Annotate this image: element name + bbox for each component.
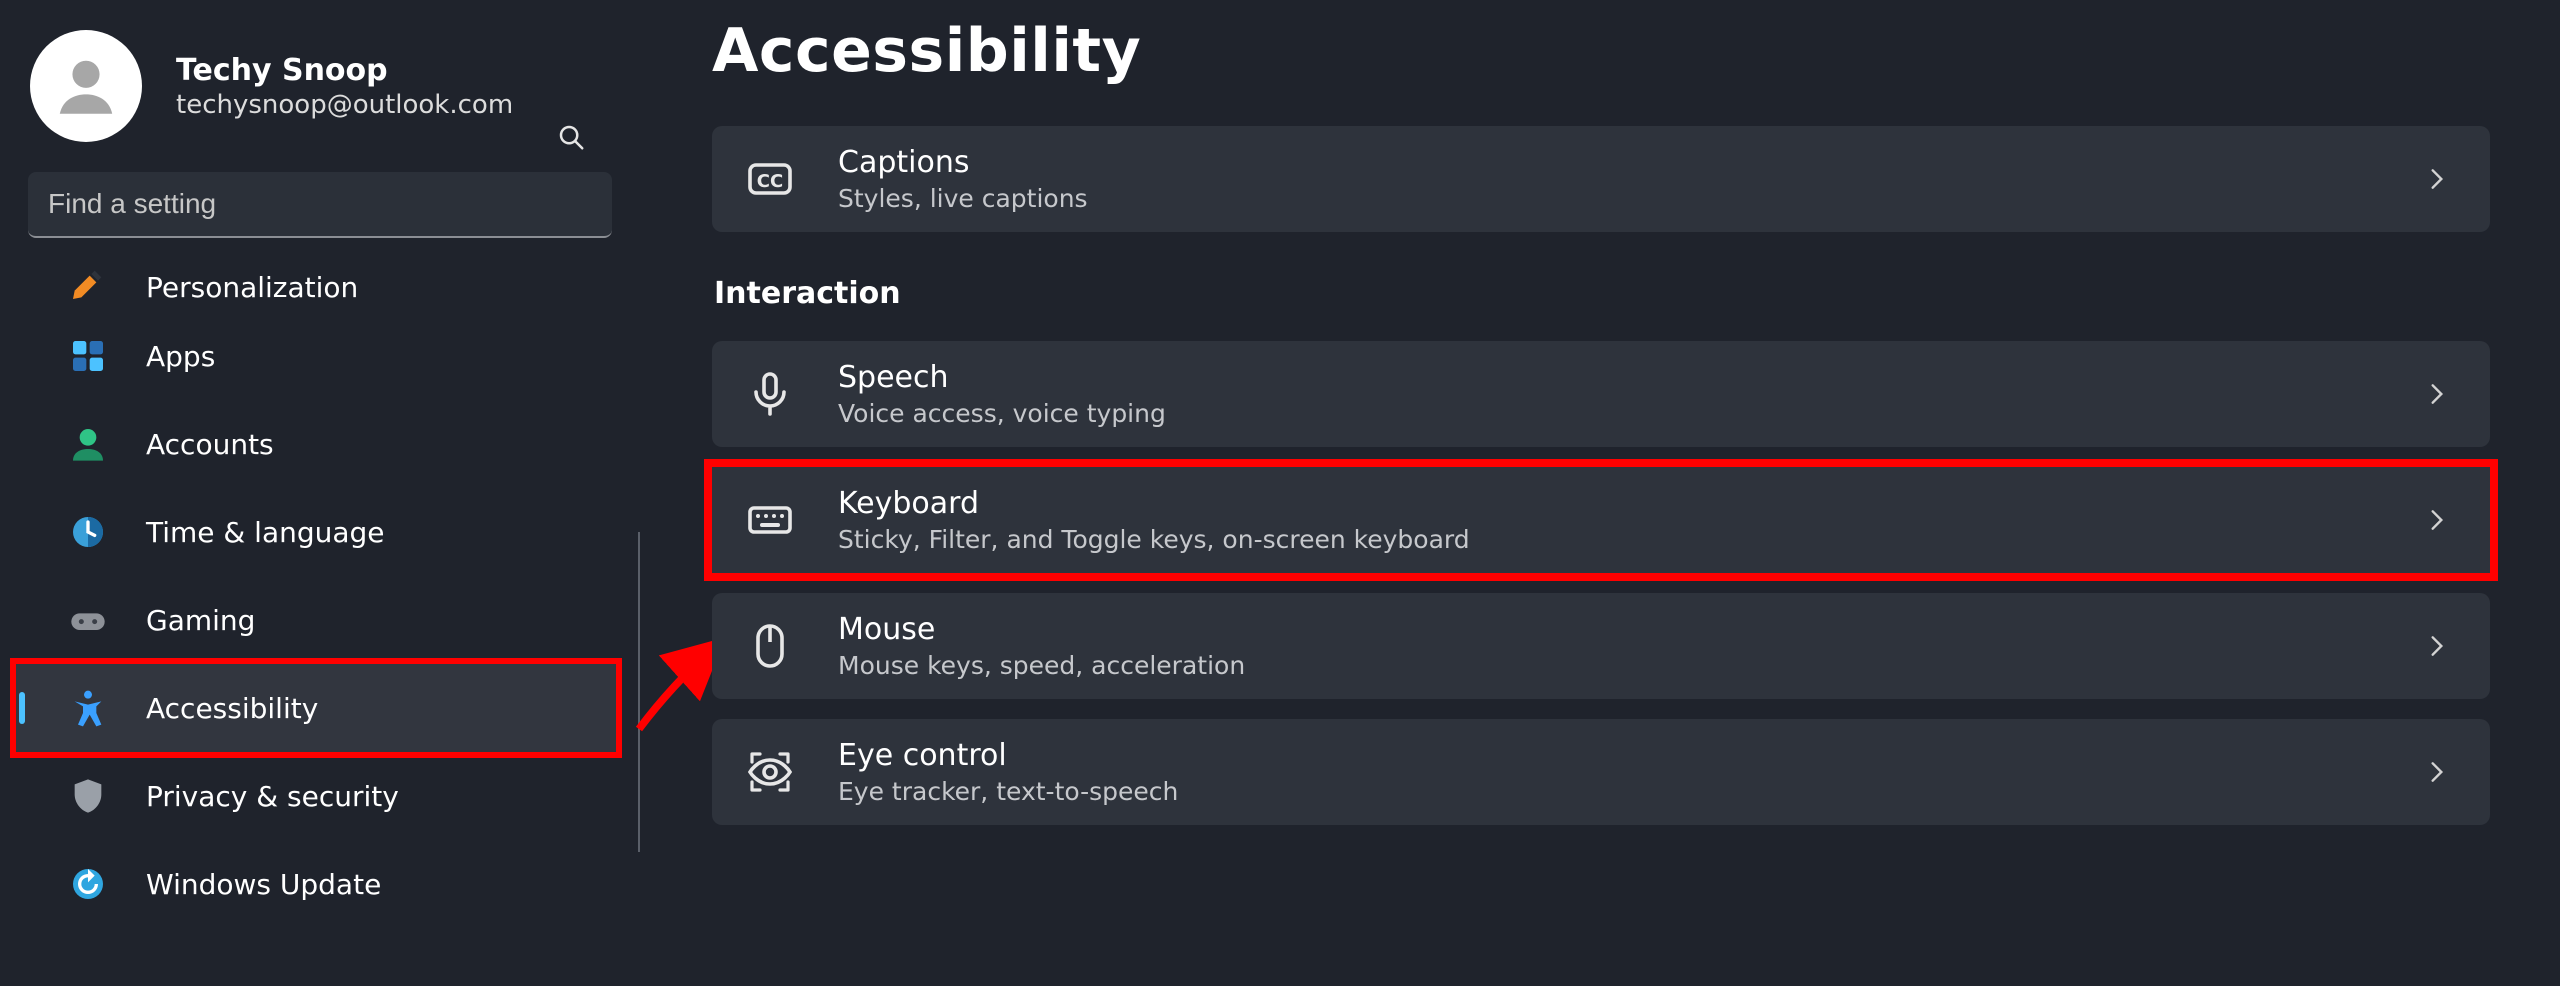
chevron-right-icon: [2424, 381, 2450, 407]
sidebar-item-privacy-security[interactable]: Privacy & security: [16, 752, 624, 840]
tile-desc: Mouse keys, speed, acceleration: [838, 651, 2380, 680]
update-icon: [68, 864, 108, 904]
sidebar-item-accessibility[interactable]: Accessibility: [16, 664, 616, 752]
chevron-right-icon: [2424, 759, 2450, 785]
sidebar-item-personalization[interactable]: Personalization: [16, 262, 624, 312]
profile-text: Techy Snoop techysnoop@outlook.com: [176, 53, 513, 120]
sidebar-item-label: Windows Update: [146, 868, 381, 901]
search-wrap: [0, 172, 640, 268]
tile-eye-control[interactable]: Eye control Eye tracker, text-to-speech: [712, 719, 2490, 825]
tile-text: Mouse Mouse keys, speed, acceleration: [838, 612, 2380, 680]
sidebar: Techy Snoop techysnoop@outlook.com Perso…: [0, 0, 640, 986]
svg-text:CC: CC: [757, 171, 783, 192]
sidebar-item-label: Apps: [146, 340, 215, 373]
sidebar-item-label: Personalization: [146, 271, 358, 304]
tile-desc: Eye tracker, text-to-speech: [838, 777, 2380, 806]
tile-speech[interactable]: Speech Voice access, voice typing: [712, 341, 2490, 447]
chevron-right-icon: [2424, 633, 2450, 659]
profile-name: Techy Snoop: [176, 53, 513, 88]
sidebar-item-label: Time & language: [146, 516, 385, 549]
accounts-icon: [68, 424, 108, 464]
accessibility-icon: [68, 688, 108, 728]
content: Accessibility CC Captions Styles, live c…: [640, 0, 2560, 986]
tile-title: Eye control: [838, 738, 2380, 773]
apps-icon: [68, 336, 108, 376]
tile-title: Speech: [838, 360, 2380, 395]
tile-text: Speech Voice access, voice typing: [838, 360, 2380, 428]
mouse-icon: [746, 622, 794, 670]
sidebar-item-label: Accounts: [146, 428, 274, 461]
tile-title: Mouse: [838, 612, 2380, 647]
nav: Personalization Apps Accounts Time & lan…: [0, 262, 640, 928]
search-input[interactable]: [28, 172, 612, 238]
clock-globe-icon: [68, 512, 108, 552]
tile-desc: Sticky, Filter, and Toggle keys, on-scre…: [838, 525, 2380, 554]
profile-email: techysnoop@outlook.com: [176, 90, 513, 120]
page-title: Accessibility: [712, 16, 2490, 86]
avatar: [30, 30, 142, 142]
chevron-right-icon: [2424, 507, 2450, 533]
tile-captions[interactable]: CC Captions Styles, live captions: [712, 126, 2490, 232]
tile-desc: Voice access, voice typing: [838, 399, 2380, 428]
sidebar-item-windows-update[interactable]: Windows Update: [16, 840, 624, 928]
sidebar-item-accounts[interactable]: Accounts: [16, 400, 624, 488]
profile-block[interactable]: Techy Snoop techysnoop@outlook.com: [0, 20, 640, 172]
sidebar-item-time-language[interactable]: Time & language: [16, 488, 624, 576]
shield-icon: [68, 776, 108, 816]
gaming-icon: [68, 600, 108, 640]
search-icon: [556, 122, 586, 152]
keyboard-icon: [746, 496, 794, 544]
eye-icon: [746, 748, 794, 796]
sidebar-item-label: Privacy & security: [146, 780, 399, 813]
tile-title: Keyboard: [838, 486, 2380, 521]
sidebar-item-label: Gaming: [146, 604, 255, 637]
paintbrush-icon: [68, 264, 108, 304]
tile-desc: Styles, live captions: [838, 184, 2380, 213]
tile-text: Captions Styles, live captions: [838, 145, 2380, 213]
person-icon: [49, 49, 123, 123]
chevron-right-icon: [2424, 166, 2450, 192]
section-interaction: Interaction: [714, 276, 2490, 311]
tile-text: Eye control Eye tracker, text-to-speech: [838, 738, 2380, 806]
tile-keyboard[interactable]: Keyboard Sticky, Filter, and Toggle keys…: [712, 467, 2490, 573]
sidebar-item-gaming[interactable]: Gaming: [16, 576, 624, 664]
sidebar-item-apps[interactable]: Apps: [16, 312, 624, 400]
sidebar-item-label: Accessibility: [146, 692, 318, 725]
tile-title: Captions: [838, 145, 2380, 180]
microphone-icon: [746, 370, 794, 418]
tile-text: Keyboard Sticky, Filter, and Toggle keys…: [838, 486, 2380, 554]
captions-icon: CC: [746, 155, 794, 203]
tile-mouse[interactable]: Mouse Mouse keys, speed, acceleration: [712, 593, 2490, 699]
